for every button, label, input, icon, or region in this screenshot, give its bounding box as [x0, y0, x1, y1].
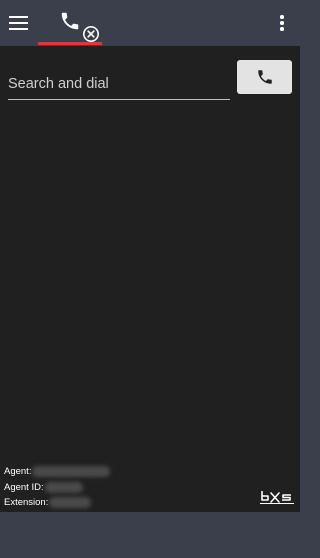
agent-value-redacted	[32, 466, 111, 478]
more-options-button[interactable]	[274, 14, 290, 32]
menu-button[interactable]	[9, 15, 29, 31]
phone-icon	[61, 12, 79, 30]
search-and-dial-input[interactable]	[8, 73, 230, 95]
disconnected-icon	[83, 26, 99, 42]
more-vertical-icon-dot	[280, 27, 284, 31]
agent-label: Agent:	[4, 466, 32, 477]
search-field	[8, 70, 230, 100]
agent-id-value-redacted	[44, 481, 83, 493]
extension-label: Extension:	[4, 497, 49, 508]
tab-phone[interactable]	[38, 0, 102, 46]
more-vertical-icon	[280, 15, 284, 19]
agent-row: Agent:	[4, 464, 111, 480]
brand-logo	[260, 491, 294, 505]
softphone-app: Agent: Agent ID: Extension:	[0, 0, 300, 512]
active-tab-indicator	[38, 42, 102, 45]
hamburger-menu-icon	[9, 16, 28, 18]
dial-button[interactable]	[237, 60, 292, 94]
hamburger-menu-icon-bar	[9, 22, 28, 24]
phone-icon	[258, 70, 272, 84]
top-bar	[0, 0, 300, 46]
extension-row: Extension:	[4, 495, 110, 511]
hamburger-menu-icon-bar	[9, 28, 28, 30]
extension-value-redacted	[49, 497, 92, 509]
agent-id-label: Agent ID:	[4, 481, 44, 493]
agent-id-row: Agent ID:	[4, 480, 110, 496]
more-vertical-icon-dot	[280, 21, 284, 25]
agent-info: Agent: Agent ID: Extension:	[4, 464, 111, 511]
